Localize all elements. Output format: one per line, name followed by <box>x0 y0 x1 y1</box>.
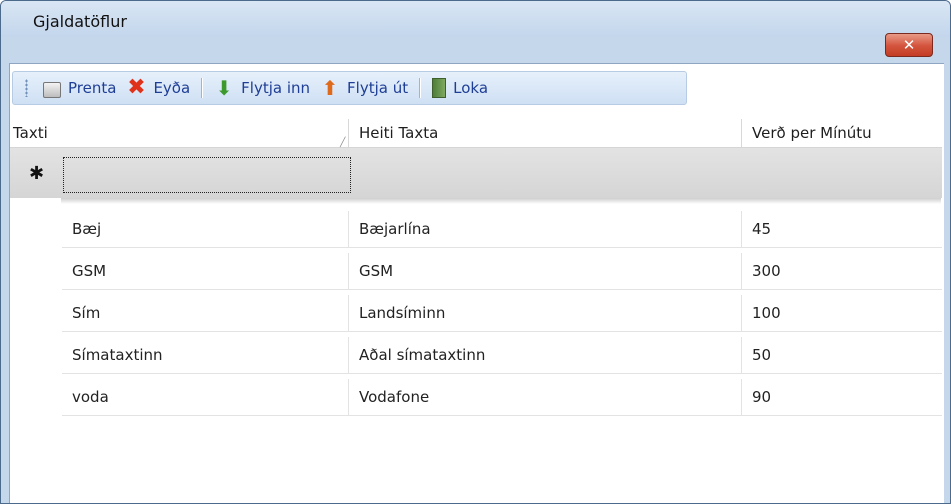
cell-verd[interactable]: 300 <box>742 253 942 289</box>
import-button-label: Flytja inn <box>241 79 311 97</box>
cell-heiti[interactable]: Landsíminn <box>349 295 742 331</box>
close-button[interactable]: Loka <box>427 74 493 102</box>
table-row[interactable]: voda Vodafone 90 <box>62 379 942 416</box>
grid-header: Taxti ╱ Heiti Taxta Verð per Mínútu <box>10 119 942 148</box>
print-button[interactable]: Prenta <box>38 74 121 102</box>
cell-verd[interactable]: 45 <box>742 211 942 247</box>
title-bar[interactable]: Gjaldatöflur <box>1 1 950 37</box>
print-button-label: Prenta <box>68 79 117 97</box>
toolbar: Prenta ✖ Eyða ⬇ Flytja inn ⬆ Flytja út L… <box>12 71 687 105</box>
table-row[interactable]: Sím Landsíminn 100 <box>62 295 942 332</box>
delete-icon: ✖ <box>127 75 146 100</box>
toolbar-separator <box>201 78 204 98</box>
table-row[interactable]: Bæj Bæjarlína 45 <box>62 211 942 248</box>
cell-taxti[interactable]: GSM <box>62 253 349 289</box>
window-title: Gjaldatöflur <box>33 12 127 31</box>
column-header-label: Heiti Taxta <box>359 124 439 142</box>
column-header-verd[interactable]: Verð per Mínútu <box>742 119 942 147</box>
cell-verd[interactable]: 90 <box>742 379 942 415</box>
export-button-label: Flytja út <box>347 79 409 97</box>
column-header-taxti[interactable]: Taxti ╱ <box>10 119 349 148</box>
toolbar-grip-handle[interactable] <box>25 79 28 97</box>
cell-taxti[interactable]: voda <box>62 379 349 415</box>
toolbar-separator <box>419 78 422 98</box>
dialog-window: Gjaldatöflur ✕ Prenta ✖ Eyða ⬇ Flytja in… <box>0 0 951 504</box>
export-button[interactable]: ⬆ Flytja út <box>315 74 413 102</box>
new-row-taxti-cell[interactable] <box>63 157 351 193</box>
window-close-button[interactable]: ✕ <box>885 33 933 57</box>
close-button-label: Loka <box>453 79 489 97</box>
import-button[interactable]: ⬇ Flytja inn <box>209 74 315 102</box>
cell-heiti[interactable]: Vodafone <box>349 379 742 415</box>
delete-button-label: Eyða <box>153 79 191 97</box>
cell-heiti[interactable]: Bæjarlína <box>349 211 742 247</box>
cell-heiti[interactable]: GSM <box>349 253 742 289</box>
close-door-icon <box>432 78 447 98</box>
table-row[interactable]: Símataxtinn Aðal símataxtinn 50 <box>62 337 942 374</box>
cell-heiti[interactable]: Aðal símataxtinn <box>349 337 742 373</box>
cell-taxti[interactable]: Sím <box>62 295 349 331</box>
cell-taxti[interactable]: Bæj <box>62 211 349 247</box>
cell-verd[interactable]: 50 <box>742 337 942 373</box>
new-row-shadow <box>61 198 941 204</box>
new-row-indicator-icon: ✱ <box>29 163 45 184</box>
table-row[interactable]: GSM GSM 300 <box>62 253 942 290</box>
cell-verd[interactable]: 100 <box>742 295 942 331</box>
delete-button[interactable]: ✖ Eyða <box>121 74 195 102</box>
cell-taxti[interactable]: Símataxtinn <box>62 337 349 373</box>
export-icon: ⬆ <box>321 76 339 100</box>
print-icon <box>43 81 61 98</box>
import-icon: ⬇ <box>215 76 233 100</box>
column-header-label: Taxti <box>13 124 48 142</box>
column-header-heiti[interactable]: Heiti Taxta <box>349 119 742 147</box>
column-header-label: Verð per Mínútu <box>752 124 872 142</box>
